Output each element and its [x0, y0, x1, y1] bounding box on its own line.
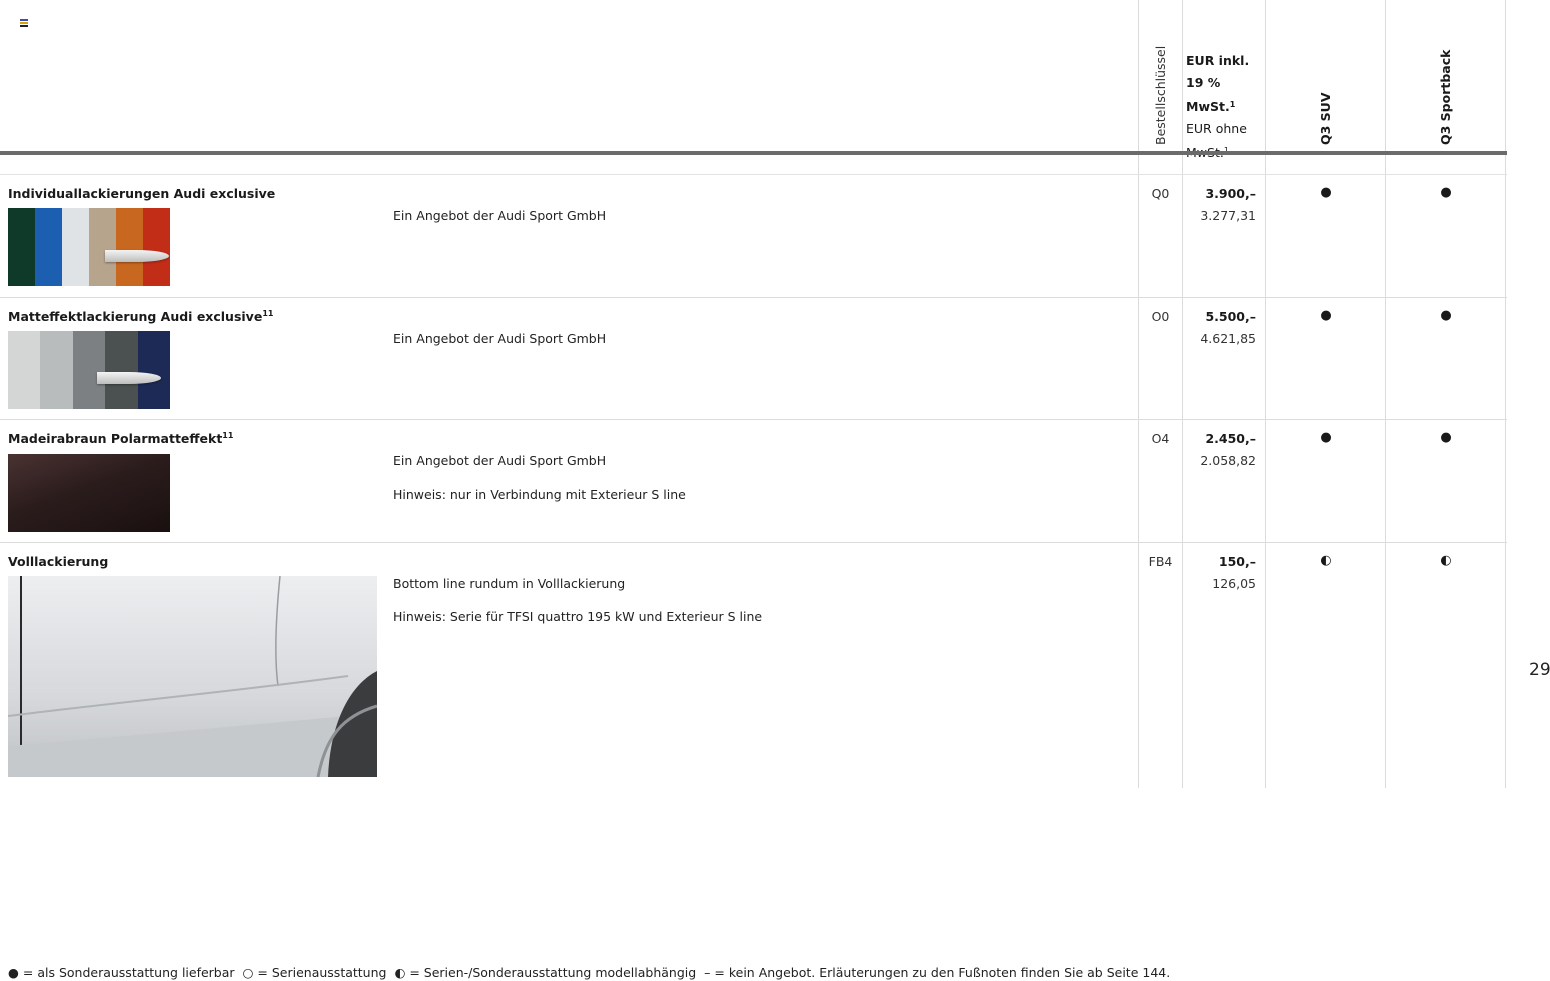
- header-price-inkl: EUR inkl. 19 % MwSt.: [1186, 53, 1250, 114]
- swatch-stripe: [105, 331, 138, 409]
- swatch-stripe: [40, 331, 73, 409]
- legend-not-available: – = kein Angebot. Erläuterungen zu den F…: [704, 965, 1171, 980]
- swatch-stripe: [35, 208, 62, 286]
- row-title: Individuallackierungen Audi exclusive: [8, 186, 276, 201]
- mirror-image: [105, 250, 169, 262]
- price-excl-vat: 126,05: [1212, 576, 1256, 591]
- legend-model-dependent: ◐ = Serien-/Sonderausstattung modellabhä…: [394, 965, 697, 980]
- row-title: Matteffektlackierung Audi exclusive11: [8, 309, 274, 324]
- row-title: Volllackierung: [8, 554, 109, 569]
- price-incl-vat: 150,–: [1218, 554, 1256, 569]
- availability-q3-sportback-icon: ●: [1440, 308, 1452, 323]
- price-excl-vat: 3.277,31: [1200, 208, 1256, 223]
- swatch-stripe: [89, 208, 116, 286]
- column-divider: [1182, 0, 1183, 788]
- row-description: Ein Angebot der Audi Sport GmbH: [393, 453, 607, 468]
- row-description: Ein Angebot der Audi Sport GmbH: [393, 331, 607, 346]
- swatch-stripe: [116, 208, 143, 286]
- column-divider: [1138, 0, 1139, 788]
- car-side-image: [8, 576, 377, 777]
- price-incl-vat: 3.900,–: [1205, 186, 1256, 201]
- swatch-stripe: [8, 331, 41, 409]
- availability-q3-suv-icon: ●: [1320, 308, 1332, 323]
- availability-q3-sportback-icon: ●: [1440, 185, 1452, 200]
- header-price: EUR inkl. 19 % MwSt.1 EUR ohne MwSt.1: [1186, 50, 1266, 164]
- order-code: Q0: [1151, 186, 1170, 201]
- column-divider: [1385, 0, 1386, 788]
- row-description: Ein Angebot der Audi Sport GmbH: [393, 208, 607, 223]
- swatch-stripe: [72, 331, 106, 409]
- mirror-image: [97, 372, 161, 384]
- color-swatch-image: [8, 331, 170, 409]
- order-code: O4: [1151, 431, 1170, 446]
- swatch-stripe: [143, 208, 170, 286]
- price-excl-vat: 2.058,82: [1200, 453, 1256, 468]
- legend: ● = als Sonderausstattung lieferbar ○ = …: [8, 965, 1174, 980]
- column-divider: [1505, 0, 1506, 788]
- availability-q3-sportback-icon: ◐: [1440, 553, 1452, 568]
- header-model-q3-sportback: Q3 Sportback: [1438, 49, 1453, 145]
- color-swatch-image: [8, 454, 170, 532]
- row-note: Hinweis: Serie für TFSI quattro 195 kW u…: [393, 609, 763, 624]
- row-divider: [0, 542, 1507, 543]
- swatch-stripe: [137, 331, 170, 409]
- header-model-q3-suv: Q3 SUV: [1318, 92, 1333, 145]
- row-divider: [0, 297, 1507, 298]
- swatch-stripe: [62, 208, 89, 286]
- header-order-code: Bestellschlüssel: [1153, 45, 1168, 145]
- swatch-stripe: [8, 208, 35, 286]
- availability-q3-suv-icon: ◐: [1320, 553, 1332, 568]
- order-code: FB4: [1148, 554, 1173, 569]
- page-number: 29: [1529, 660, 1550, 680]
- row-title: Madeirabraun Polarmatteffekt11: [8, 431, 234, 446]
- availability-q3-suv-icon: ●: [1320, 185, 1332, 200]
- row-divider: [0, 419, 1507, 420]
- brand-flag-icon: [20, 19, 28, 27]
- price-incl-vat: 2.450,–: [1205, 431, 1256, 446]
- legend-standard: ○ = Serienausstattung: [242, 965, 387, 980]
- row-note: Hinweis: nur in Verbindung mit Exterieur…: [393, 487, 686, 502]
- row-description: Bottom line rundum in Volllackierung: [393, 576, 626, 591]
- availability-q3-sportback-icon: ●: [1440, 430, 1452, 445]
- price-incl-vat: 5.500,–: [1205, 309, 1256, 324]
- color-swatch-image: [8, 208, 170, 286]
- price-excl-vat: 4.621,85: [1200, 331, 1256, 346]
- legend-optional: ● = als Sonderausstattung lieferbar: [8, 965, 235, 980]
- availability-q3-suv-icon: ●: [1320, 430, 1332, 445]
- header-divider: [0, 151, 1507, 155]
- header-subdivider: [0, 174, 1507, 175]
- order-code: O0: [1151, 309, 1170, 324]
